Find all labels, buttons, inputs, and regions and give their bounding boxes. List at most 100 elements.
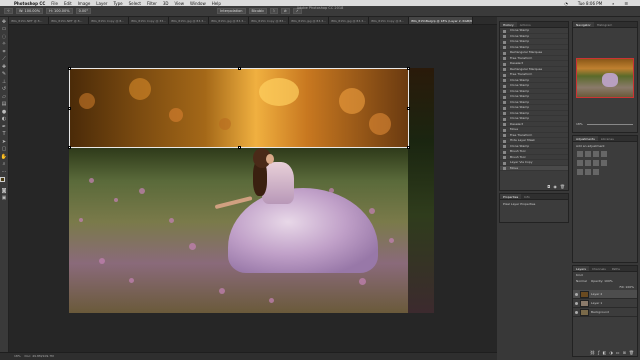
menu-layer[interactable]: Layer: [96, 1, 107, 6]
doc-tab[interactable]: IMG_8151.jpg @ 83.3...: [329, 17, 369, 24]
menu-type[interactable]: Type: [113, 1, 122, 6]
doc-tab[interactable]: IMG_8151 Copy @ 83...: [249, 17, 289, 24]
clock[interactable]: Tue 8:06 PM: [578, 1, 602, 6]
warp-toggle[interactable]: ⌇: [270, 8, 278, 14]
new-layer-icon[interactable]: ⊞: [623, 350, 626, 355]
brightness-icon[interactable]: [577, 151, 583, 157]
doc-tab[interactable]: IMG_8151 Copy @ 8...: [369, 17, 409, 24]
type-icon[interactable]: T: [1, 131, 7, 137]
lasso-icon[interactable]: ◌: [1, 34, 7, 40]
transform-handle[interactable]: [238, 146, 241, 149]
folder-icon[interactable]: ▭: [616, 350, 620, 355]
transform-handle[interactable]: [238, 67, 241, 70]
move-icon[interactable]: ✥: [1, 19, 7, 25]
navigator-thumbnail[interactable]: [576, 58, 634, 98]
more-tools-icon[interactable]: ⋯: [1, 169, 7, 175]
crop-icon[interactable]: ⌗: [1, 49, 7, 55]
menu-file[interactable]: File: [51, 1, 58, 6]
doc-tab-active[interactable]: IMG_8151Belgrp @ 18% (Layer 2, RGB/8): [409, 17, 473, 24]
rotate-angle[interactable]: 0.00°: [75, 8, 92, 14]
trash-icon[interactable]: 🗑: [560, 184, 565, 189]
exposure-icon[interactable]: [601, 151, 607, 157]
tab-adjustments[interactable]: Adjustments: [573, 136, 598, 141]
color-swatches[interactable]: [0, 176, 8, 186]
doc-tab[interactable]: IMG_8151.NEF @ 8...: [49, 17, 89, 24]
magic-wand-icon[interactable]: ✧: [1, 41, 7, 47]
menu-edit[interactable]: Edit: [64, 1, 72, 6]
transform-handle[interactable]: [68, 107, 71, 110]
doc-tab[interactable]: IMG_8151.jpg @ 83.3...: [209, 17, 249, 24]
menu-window[interactable]: Window: [190, 1, 206, 6]
eye-icon[interactable]: [575, 311, 578, 314]
gradient-icon[interactable]: ▤: [1, 101, 7, 107]
camera-icon[interactable]: ◉: [553, 184, 557, 189]
transform-handle[interactable]: [407, 67, 410, 70]
opacity-field[interactable]: Opacity: 100%: [591, 279, 613, 283]
tab-info[interactable]: Info: [521, 194, 533, 199]
curves-icon[interactable]: [593, 151, 599, 157]
healing-icon[interactable]: ✚: [1, 64, 7, 70]
tab-libraries[interactable]: Libraries: [598, 136, 617, 141]
menu-3d[interactable]: 3D: [163, 1, 169, 6]
foreground-color-swatch[interactable]: [0, 176, 5, 182]
transform-bounding-box[interactable]: [68, 67, 410, 149]
history-brush-icon[interactable]: ↺: [1, 86, 7, 92]
tab-histogram[interactable]: Histogram: [594, 22, 616, 27]
tab-properties[interactable]: Properties: [500, 194, 522, 199]
marquee-icon[interactable]: ▭: [1, 26, 7, 32]
eye-icon[interactable]: [575, 293, 578, 296]
menu-filter[interactable]: Filter: [147, 1, 157, 6]
tab-channels[interactable]: Channels: [589, 266, 609, 271]
tab-actions[interactable]: Actions: [517, 22, 534, 27]
layer-row[interactable]: Layer 2: [573, 290, 637, 299]
tab-history[interactable]: History: [500, 22, 517, 27]
layer-name[interactable]: Background: [591, 310, 609, 314]
black-white-icon[interactable]: [601, 160, 607, 166]
vibrance-icon[interactable]: [577, 160, 583, 166]
eyedropper-icon[interactable]: ⟋: [1, 56, 7, 62]
navigator-zoom[interactable]: 18%: [576, 122, 583, 126]
link-layers-icon[interactable]: ⛓: [590, 350, 595, 355]
blur-icon[interactable]: ●: [1, 109, 7, 115]
layer-row[interactable]: Layer 1: [573, 299, 637, 308]
tab-paths[interactable]: Paths: [609, 266, 623, 271]
eye-icon[interactable]: [575, 302, 578, 305]
screen-mode-icon[interactable]: ▣: [1, 195, 7, 201]
transform-height[interactable]: H: 100.00%: [46, 8, 73, 14]
menu-help[interactable]: Help: [212, 1, 221, 6]
fx-icon[interactable]: ƒ: [598, 350, 599, 355]
commit-transform-icon[interactable]: ✓: [292, 8, 302, 14]
search-icon[interactable]: ⌕: [612, 1, 614, 6]
shape-icon[interactable]: ▢: [1, 146, 7, 152]
blend-mode-select[interactable]: Normal: [576, 279, 587, 283]
transform-width[interactable]: W: 100.00%: [15, 8, 44, 14]
layer-row[interactable]: Background: [573, 308, 637, 317]
menu-list-icon[interactable]: ☰: [624, 1, 628, 6]
app-name[interactable]: Photoshop CC: [14, 1, 45, 6]
doc-tab[interactable]: IMG_8151 Copy @ 8...: [89, 17, 129, 24]
doc-tab[interactable]: IMG_8151.NEF @ 8...: [9, 17, 49, 24]
brush-icon[interactable]: ✎: [1, 71, 7, 77]
hue-saturation-icon[interactable]: [585, 160, 591, 166]
eraser-icon[interactable]: ▱: [1, 94, 7, 100]
wifi-icon[interactable]: ◔: [564, 1, 568, 6]
menu-select[interactable]: Select: [129, 1, 141, 6]
transform-handle[interactable]: [407, 146, 410, 149]
transform-handle[interactable]: [68, 67, 71, 70]
menu-view[interactable]: View: [175, 1, 185, 6]
transform-handle[interactable]: [68, 146, 71, 149]
layer-kind-filter[interactable]: Kind: [576, 273, 583, 277]
quick-mask-icon[interactable]: ◙: [1, 188, 7, 194]
path-select-icon[interactable]: ➤: [1, 139, 7, 145]
zoom-icon[interactable]: ⌕: [1, 161, 7, 167]
interpolation-select[interactable]: Bicubic: [248, 8, 268, 14]
clone-stamp-icon[interactable]: ⊥: [1, 79, 7, 85]
doc-tab[interactable]: IMG_8151.jpg @ 83.3...: [289, 17, 329, 24]
cancel-transform-icon[interactable]: ⊘: [280, 8, 290, 14]
threshold-icon[interactable]: [593, 169, 599, 175]
menu-image[interactable]: Image: [78, 1, 91, 6]
invert-icon[interactable]: [577, 169, 583, 175]
tool-preset-picker[interactable]: ⊹: [4, 8, 13, 14]
color-balance-icon[interactable]: [593, 160, 599, 166]
pen-icon[interactable]: ✒: [1, 124, 7, 130]
